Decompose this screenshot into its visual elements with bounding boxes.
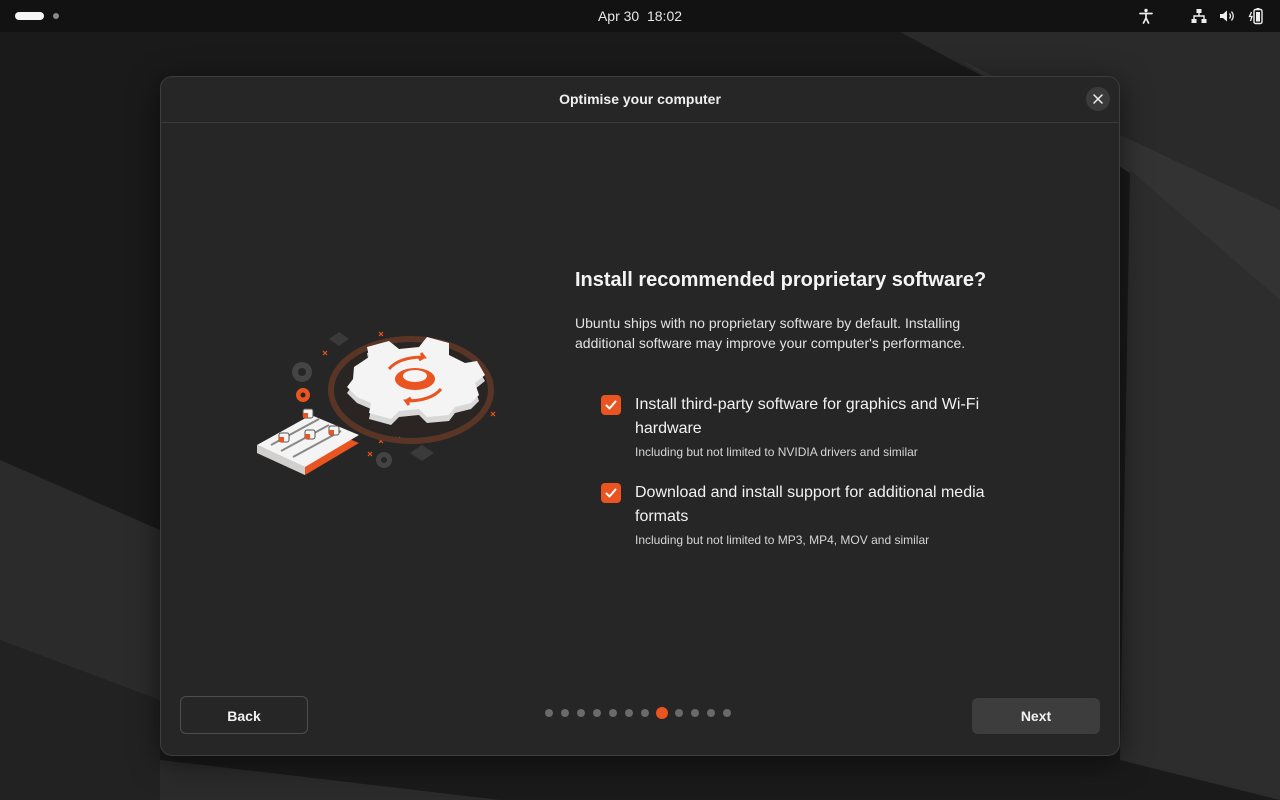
workspace-indicator-active [15, 12, 44, 20]
installer-dialog: Optimise your computer Install recommend… [160, 76, 1120, 756]
dialog-title: Optimise your computer [559, 91, 721, 107]
third-party-software-checkbox[interactable] [601, 395, 621, 415]
page-dot [675, 709, 683, 717]
battery-icon[interactable] [1247, 7, 1265, 25]
optimise-illustration [257, 331, 496, 475]
workspace-indicator [53, 13, 59, 19]
media-formats-label[interactable]: Download and install support for additio… [635, 481, 1005, 529]
page-dot [545, 709, 553, 717]
page-dot [609, 709, 617, 717]
checkmark-icon [605, 488, 617, 498]
page-dot [707, 709, 715, 717]
dialog-header: Optimise your computer [161, 77, 1119, 123]
clock-time: 18:02 [646, 8, 683, 24]
checkmark-icon [605, 400, 617, 410]
clock-date: Apr 30 [597, 8, 640, 24]
close-button[interactable] [1086, 87, 1110, 111]
third-party-software-label[interactable]: Install third-party software for graphic… [635, 393, 1005, 441]
page-dot [723, 709, 731, 717]
network-icon[interactable] [1190, 7, 1208, 25]
accessibility-icon[interactable] [1137, 7, 1155, 25]
page-dot-active [656, 707, 668, 719]
page-dot [625, 709, 633, 717]
page-heading: Install recommended proprietary software… [575, 269, 987, 291]
page-dot [593, 709, 601, 717]
close-icon [1093, 94, 1103, 104]
top-bar: Apr 30 18:02 [0, 0, 1280, 32]
media-formats-checkbox[interactable] [601, 483, 621, 503]
next-button[interactable]: Next [972, 698, 1100, 734]
volume-icon[interactable] [1218, 7, 1236, 25]
clock-button[interactable]: Apr 30 18:02 [598, 8, 682, 24]
page-dot [561, 709, 569, 717]
third-party-software-sublabel: Including but not limited to NVIDIA driv… [635, 445, 918, 459]
page-dot [577, 709, 585, 717]
clock: Apr 30 18:02 [0, 0, 1280, 32]
page-dot [691, 709, 699, 717]
back-button[interactable]: Back [180, 696, 308, 734]
page-dot [641, 709, 649, 717]
media-formats-sublabel: Including but not limited to MP3, MP4, M… [635, 533, 930, 547]
activities-button[interactable] [15, 10, 59, 22]
page-description: Ubuntu ships with no proprietary softwar… [575, 315, 966, 351]
